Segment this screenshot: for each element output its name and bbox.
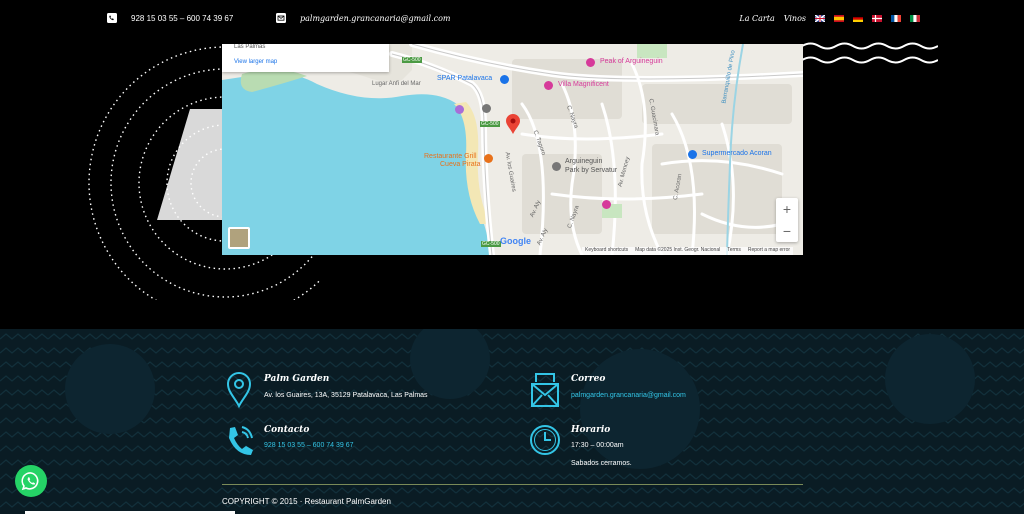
zoom-in-button[interactable]: + — [776, 198, 798, 220]
contact-title: Contacto — [264, 425, 310, 435]
street-label: Lugar Anfi del Mar — [372, 81, 421, 87]
footer-wave-pattern — [0, 329, 1024, 514]
park-poi-icon[interactable] — [552, 162, 561, 171]
map-place-park-line2[interactable]: Park by Servatur — [565, 167, 617, 174]
shop-poi-icon[interactable] — [500, 75, 509, 84]
zoom-controls: + − — [776, 198, 798, 242]
footer-divider — [222, 484, 803, 485]
map-place-restaurant-line2[interactable]: Cueva Pirata — [440, 161, 480, 168]
road-shield: GC-500 — [480, 121, 500, 127]
envelope-icon — [531, 373, 559, 407]
address-text: Av. los Guaires, 13A, 35129 Patalavaca, … — [264, 392, 428, 399]
map-data-text: Map data ©2025 Inst. Geogr. Nacional — [635, 247, 721, 253]
top-bar: 928 15 03 55 – 600 74 39 67 palmgarden.g… — [0, 0, 1024, 40]
google-logo: Google — [500, 236, 531, 246]
hours-title: Horario — [571, 425, 611, 435]
topbar-email-text: palmgarden.grancanaria@gmail.com — [300, 13, 451, 23]
footer — [0, 329, 1024, 514]
email-title: Correo — [571, 374, 606, 384]
topbar-navigation: La Carta Vinos — [739, 14, 920, 23]
embedded-map[interactable]: Las Palmas View larger map Lugar Anfi de… — [222, 44, 803, 255]
phone-icon — [107, 13, 117, 23]
nav-vinos[interactable]: Vinos — [784, 14, 806, 23]
hotel-poi-icon[interactable] — [544, 81, 553, 90]
map-place-park[interactable]: Arguineguin — [565, 158, 602, 165]
denmark-flag-icon[interactable] — [872, 15, 882, 22]
entertainment-poi-icon[interactable] — [455, 105, 464, 114]
address-title: Palm Garden — [264, 374, 330, 384]
map-place-supermarket[interactable]: Supermercado Acoran — [702, 150, 772, 157]
supermarket-poi-icon[interactable] — [688, 150, 697, 159]
footer-phone-link[interactable]: 928 15 03 55 – 600 74 39 67 — [264, 442, 354, 449]
whatsapp-button[interactable] — [15, 465, 47, 497]
restaurant-poi-icon[interactable] — [484, 154, 493, 163]
landmark-poi-icon[interactable] — [482, 104, 491, 113]
road-shield: GC-500 — [481, 241, 501, 247]
italy-flag-icon[interactable] — [910, 15, 920, 22]
topbar-phone[interactable]: 928 15 03 55 – 600 74 39 67 — [107, 13, 233, 23]
map-place-peak[interactable]: Peak of Arguineguin — [600, 58, 663, 65]
hours-line2: Sabados cerramos. — [571, 460, 632, 467]
whatsapp-icon — [21, 472, 39, 491]
topbar-email[interactable]: palmgarden.grancanaria@gmail.com — [276, 13, 451, 23]
map-info-card: Las Palmas View larger map — [222, 44, 389, 72]
road-shield: GC-500 — [402, 57, 422, 63]
copyright-text: COPYRIGHT © 2015 · Restaurant PalmGarden — [222, 497, 391, 506]
nav-la-carta[interactable]: La Carta — [739, 14, 774, 23]
hours-line1: 17:30 – 00:00am — [571, 442, 624, 449]
keyboard-shortcuts-link[interactable]: Keyboard shortcuts — [585, 247, 628, 255]
map-card-city: Las Palmas — [234, 44, 266, 50]
envelope-icon — [276, 13, 286, 23]
terms-link[interactable]: Terms — [727, 247, 741, 255]
zoom-out-button[interactable]: − — [776, 220, 798, 242]
view-larger-map-link[interactable]: View larger map — [234, 59, 277, 65]
clock-icon — [530, 425, 560, 455]
map-place-spar[interactable]: SPAR Patalavaca — [437, 75, 492, 82]
decorative-waves — [802, 42, 938, 64]
hotel-poi-icon[interactable] — [602, 200, 611, 209]
map-place-villa[interactable]: Villa Magnificent — [558, 81, 609, 88]
uk-flag-icon[interactable] — [815, 15, 825, 22]
map-attribution: Keyboard shortcuts Map data ©2025 Inst. … — [582, 247, 794, 255]
france-flag-icon[interactable] — [891, 15, 901, 22]
germany-flag-icon[interactable] — [853, 15, 863, 22]
map-pin-icon — [226, 372, 252, 408]
peak-poi-icon[interactable] — [586, 58, 595, 67]
satellite-toggle[interactable] — [228, 227, 250, 249]
map-place-restaurant[interactable]: Restaurante Grill — [424, 153, 477, 160]
report-error-link[interactable]: Report a map error — [748, 247, 790, 255]
footer-email-link[interactable]: palmgarden.grancanaria@gmail.com — [571, 392, 686, 399]
spain-flag-icon[interactable] — [834, 15, 844, 22]
location-pin-icon[interactable] — [506, 114, 520, 134]
phone-icon — [229, 426, 253, 455]
topbar-phone-text: 928 15 03 55 – 600 74 39 67 — [131, 13, 234, 23]
